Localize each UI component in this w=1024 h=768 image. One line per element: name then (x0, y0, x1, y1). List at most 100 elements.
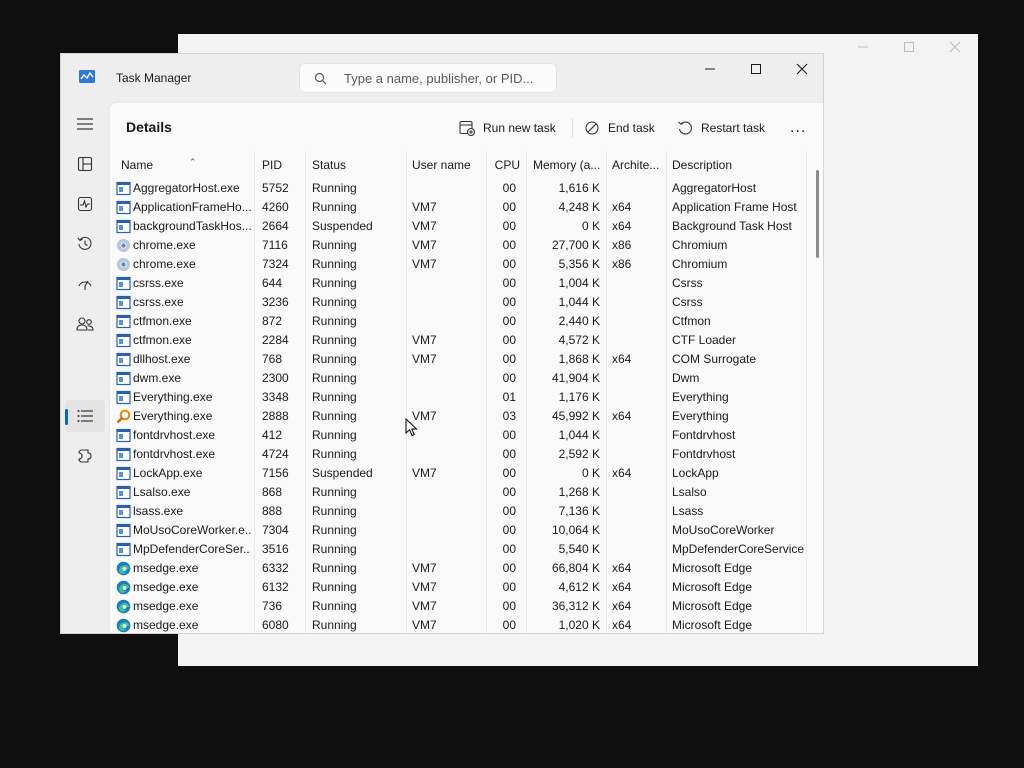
application-icon (116, 276, 131, 291)
nav-performance[interactable] (65, 188, 105, 220)
close-button[interactable] (779, 54, 823, 84)
application-icon (116, 447, 131, 462)
header-user-name[interactable]: User name (412, 151, 484, 179)
cell-name: MoUsoCoreWorker.e... (133, 523, 251, 537)
end-task-button[interactable]: End task (584, 116, 655, 140)
vertical-scrollbar[interactable] (816, 170, 819, 258)
cell-cpu: 00 (502, 295, 516, 309)
table-row[interactable]: backgroundTaskHos... 2664 Suspended VM7 00 0 … (110, 217, 810, 236)
more-options-button[interactable]: ... (790, 116, 806, 140)
cell-memory: 1,616 K (558, 181, 600, 195)
cell-memory: 5,356 K (558, 257, 600, 271)
cell-desc: CTF Loader (672, 333, 737, 347)
cell-name: lsass.exe (133, 504, 184, 518)
nav-details[interactable] (65, 400, 105, 432)
table-row[interactable]: LockApp.exe 7156 Suspended VM7 00 0 K x64 LockA… (110, 464, 810, 483)
cell-status: Running (312, 618, 357, 632)
cell-pid: 644 (262, 276, 283, 290)
task-manager-window: Task Manager Type a name, publisher, or … (60, 53, 824, 634)
cell-cpu: 00 (502, 219, 516, 233)
header-status[interactable]: Status (312, 151, 402, 179)
table-row[interactable]: Lsalso.exe 868 Running 00 1,268 K Lsalso (110, 483, 810, 502)
table-row[interactable]: MpDefenderCoreSer... 3516 Running 00 5,540 K… (110, 540, 810, 559)
cell-pid: 6080 (262, 618, 289, 632)
cell-status: Running (312, 580, 357, 594)
cell-user (412, 426, 484, 445)
cell-user: VM7 (412, 599, 437, 613)
cell-arch: x64 (612, 599, 632, 613)
cell-memory: 5,540 K (558, 542, 600, 556)
table-row[interactable]: MoUsoCoreWorker.e... 7304 Running 00 10,064 … (110, 521, 810, 540)
table-row[interactable]: dwm.exe 2300 Running 00 41,904 K Dwm (110, 369, 810, 388)
cell-cpu: 00 (502, 314, 516, 328)
table-row[interactable]: Everything.exe 2888 Running VM7 03 45,992 K x6… (110, 407, 810, 426)
table-row[interactable]: Everything.exe 3348 Running 01 1,176 K Everyt… (110, 388, 810, 407)
header-pid[interactable]: PID (262, 151, 302, 179)
cell-user (412, 369, 484, 388)
cell-arch: x86 (612, 238, 632, 252)
cell-status: Running (312, 333, 357, 347)
application-icon (116, 428, 131, 443)
cell-pid: 768 (262, 352, 283, 366)
header-name[interactable]: Name ⌃ (121, 151, 251, 179)
table-row[interactable]: AggregatorHost.exe 5752 Running 00 1,616 K Ag… (110, 179, 810, 198)
table-row[interactable]: fontdrvhost.exe 4724 Running 00 2,592 K Fontd… (110, 445, 810, 464)
minimize-button[interactable] (687, 54, 733, 84)
menu-icon (77, 118, 93, 130)
nav-services[interactable] (65, 440, 105, 472)
cell-pid: 888 (262, 504, 283, 518)
cell-pid: 4724 (262, 447, 289, 461)
cell-memory: 2,440 K (558, 314, 600, 328)
more-options-icon: ... (790, 119, 807, 136)
cell-name: msedge.exe (133, 599, 199, 613)
cell-arch (612, 521, 662, 540)
cell-cpu: 00 (502, 371, 516, 385)
table-row[interactable]: fontdrvhost.exe 412 Running 00 1,044 K Fontdr… (110, 426, 810, 445)
table-row[interactable]: msedge.exe 736 Running VM7 00 36,312 K x64 Micr… (110, 597, 810, 616)
hamburger-menu-button[interactable] (65, 108, 105, 140)
table-row[interactable]: msedge.exe 6332 Running VM7 00 66,804 K x64 Mic… (110, 559, 810, 578)
table-row[interactable]: chrome.exe 7324 Running VM7 00 5,356 K x86 Chro… (110, 255, 810, 274)
cell-user (412, 179, 484, 198)
cell-name: csrss.exe (133, 295, 184, 309)
chrome-icon (116, 257, 131, 272)
details-pane: Details Run new task End task Restart ta… (109, 102, 823, 633)
nav-processes[interactable] (65, 148, 105, 180)
table-row[interactable]: msedge.exe 6080 Running VM7 00 1,020 K x64 Micr… (110, 616, 810, 633)
cell-pid: 868 (262, 485, 283, 499)
restart-task-button[interactable]: Restart task (677, 116, 765, 140)
header-memory[interactable]: Memory (a... (533, 151, 605, 179)
minimize-icon (705, 68, 715, 70)
header-architecture[interactable]: Archite... (612, 151, 664, 179)
table-row[interactable]: chrome.exe 7116 Running VM7 00 27,700 K x86 Chr… (110, 236, 810, 255)
cell-name: fontdrvhost.exe (133, 447, 216, 461)
nav-app-history[interactable] (65, 228, 105, 260)
header-name-label: Name (121, 158, 154, 172)
cell-user: VM7 (412, 200, 437, 214)
table-row[interactable]: ctfmon.exe 872 Running 00 2,440 K Ctfmon (110, 312, 810, 331)
cell-status: Running (312, 390, 357, 404)
nav-users[interactable] (65, 308, 105, 340)
table-row[interactable]: lsass.exe 888 Running 00 7,136 K Lsass (110, 502, 810, 521)
nav-startup-apps[interactable] (65, 268, 105, 300)
table-row[interactable]: ApplicationFrameHo... 4260 Running VM7 00 4,2… (110, 198, 810, 217)
edge-icon (116, 599, 131, 614)
task-manager-app-icon (79, 70, 95, 83)
run-new-task-button[interactable]: Run new task (459, 116, 556, 140)
table-row[interactable]: csrss.exe 3236 Running 00 1,044 K Csrss (110, 293, 810, 312)
table-row[interactable]: msedge.exe 6132 Running VM7 00 4,612 K x64 Micr… (110, 578, 810, 597)
header-cpu[interactable]: CPU (486, 151, 520, 179)
search-input[interactable] (344, 69, 549, 88)
cell-desc: MoUsoCoreWorker (672, 523, 775, 537)
search-box[interactable] (299, 63, 557, 93)
table-row[interactable]: dllhost.exe 768 Running VM7 00 1,868 K x64 COM … (110, 350, 810, 369)
run-new-task-icon (459, 120, 475, 136)
application-icon (116, 219, 131, 234)
maximize-button[interactable] (733, 54, 779, 84)
table-row[interactable]: csrss.exe 644 Running 00 1,004 K Csrss (110, 274, 810, 293)
cell-user (412, 388, 484, 407)
cell-user: VM7 (412, 580, 437, 594)
cell-memory: 4,248 K (558, 200, 600, 214)
header-description[interactable]: Description (672, 151, 804, 179)
table-row[interactable]: ctfmon.exe 2284 Running VM7 00 4,572 K CTF Loa… (110, 331, 810, 350)
